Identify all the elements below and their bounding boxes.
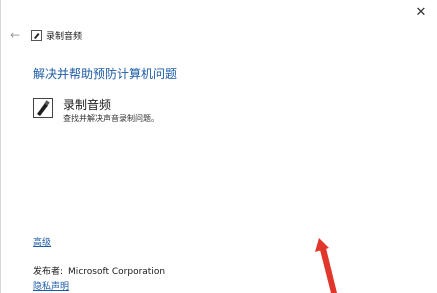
close-icon: ✕	[415, 4, 427, 20]
troubleshooter-item-record-audio[interactable]: 录制音频 查找并解决声音录制问题。	[33, 96, 333, 128]
page-heading: 解决并帮助预防计算机问题	[33, 67, 178, 81]
title-bar: ✕	[1, 0, 437, 28]
item-title: 录制音频	[63, 98, 112, 112]
red-annotation-arrow	[315, 238, 337, 293]
back-arrow-icon: ←	[9, 28, 21, 42]
microphone-small-icon	[31, 29, 42, 41]
advanced-link[interactable]: 高级	[33, 235, 51, 248]
close-button[interactable]: ✕	[410, 2, 432, 22]
troubleshooter-window: ✕ ← 录制音频 解决并帮助预防计算机问题 录制音频 查找并解决声音录制问题。 …	[0, 0, 437, 293]
item-description: 查找并解决声音录制问题。	[63, 114, 159, 123]
publisher-label: 发布者:	[33, 267, 64, 277]
nav-title-label: 录制音频	[46, 31, 83, 42]
privacy-statement-link[interactable]: 隐私声明	[33, 279, 69, 292]
nav-title: 录制音频	[31, 27, 82, 43]
back-button[interactable]: ←	[7, 27, 23, 43]
microphone-icon	[33, 98, 53, 118]
publisher-info: 发布者: Microsoft Corporation	[33, 264, 165, 277]
publisher-name: Microsoft Corporation	[68, 267, 166, 277]
